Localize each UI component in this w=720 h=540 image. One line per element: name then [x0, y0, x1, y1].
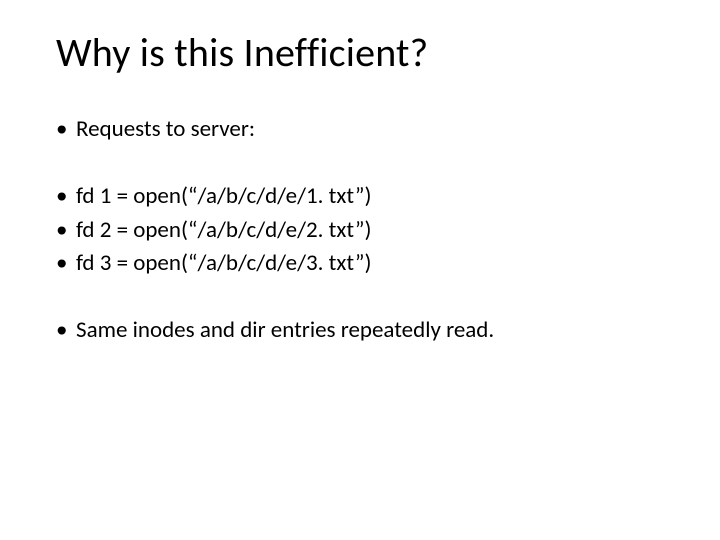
- spacer: [56, 280, 672, 314]
- bullet-item: fd 1 = open(“/a/b/c/d/e/1. txt”): [56, 180, 672, 213]
- spacer: [56, 146, 672, 180]
- bullet-list: Same inodes and dir entries repeatedly r…: [56, 314, 672, 347]
- bullet-item: Requests to server:: [56, 113, 672, 146]
- bullet-list: fd 1 = open(“/a/b/c/d/e/1. txt”) fd 2 = …: [56, 180, 672, 280]
- bullet-item: fd 3 = open(“/a/b/c/d/e/3. txt”): [56, 247, 672, 280]
- slide: Why is this Inefficient? Requests to ser…: [0, 0, 720, 540]
- bullet-item: fd 2 = open(“/a/b/c/d/e/2. txt”): [56, 214, 672, 247]
- bullet-list: Requests to server:: [56, 113, 672, 146]
- slide-title: Why is this Inefficient?: [56, 28, 672, 77]
- bullet-item: Same inodes and dir entries repeatedly r…: [56, 314, 672, 347]
